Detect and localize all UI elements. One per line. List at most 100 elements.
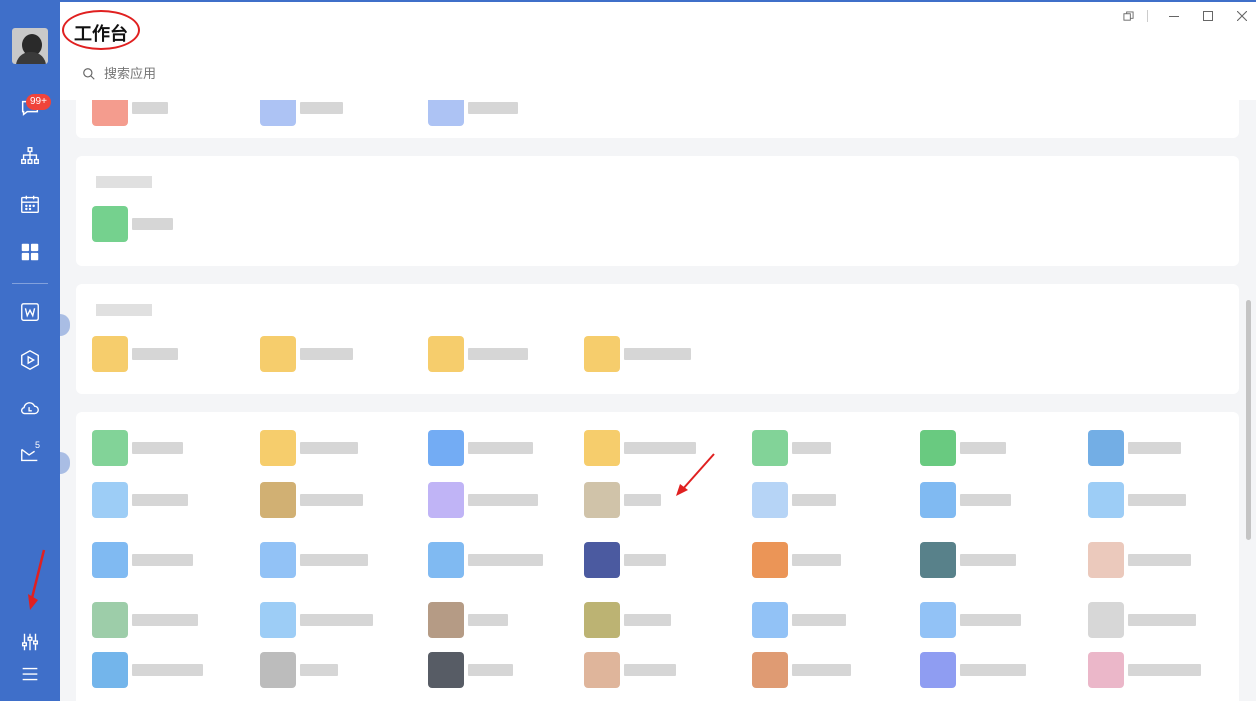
app-tile[interactable] <box>260 336 353 372</box>
app-name-placeholder <box>468 494 538 506</box>
app-tile[interactable] <box>920 542 1016 578</box>
app-group-card <box>76 100 1239 138</box>
app-name-placeholder <box>132 494 188 506</box>
app-tile[interactable] <box>92 336 178 372</box>
avatar[interactable] <box>12 28 48 64</box>
settings-sliders-icon[interactable] <box>14 626 46 658</box>
app-tile[interactable] <box>92 100 168 126</box>
app-tile[interactable] <box>260 542 368 578</box>
app-tile[interactable] <box>1088 482 1186 518</box>
app-tile[interactable] <box>92 430 183 466</box>
app-tile[interactable] <box>260 482 363 518</box>
search-input[interactable] <box>104 66 304 81</box>
app-tile[interactable] <box>920 602 1021 638</box>
app-name-placeholder <box>624 614 671 626</box>
app-icon <box>92 100 128 126</box>
minimize-icon[interactable] <box>1164 8 1184 24</box>
app-tile[interactable] <box>428 336 528 372</box>
app-icon <box>428 602 464 638</box>
app-name-placeholder <box>960 664 1026 676</box>
app-icon <box>428 652 464 688</box>
app-name-placeholder <box>792 494 836 506</box>
app-group-card <box>76 156 1239 266</box>
app-icon <box>752 542 788 578</box>
app-icon <box>92 652 128 688</box>
annotation-circle <box>62 10 140 50</box>
app-tile[interactable] <box>1088 652 1201 688</box>
app-tile[interactable] <box>260 602 373 638</box>
app-tile[interactable] <box>92 542 193 578</box>
search-bar[interactable] <box>82 66 304 81</box>
cloud-icon[interactable] <box>14 392 46 424</box>
app-tile[interactable] <box>584 482 661 518</box>
app-icon <box>920 652 956 688</box>
app-name-placeholder <box>792 442 831 454</box>
app-tile[interactable] <box>584 542 666 578</box>
app-tile[interactable] <box>92 602 198 638</box>
app-icon <box>428 430 464 466</box>
app-icon <box>752 652 788 688</box>
app-tile[interactable] <box>752 652 851 688</box>
header: 工作台 <box>60 0 1256 100</box>
restore-window-icon[interactable] <box>1118 8 1138 24</box>
app-tile[interactable] <box>260 430 358 466</box>
app-tile[interactable] <box>260 100 343 126</box>
app-tile[interactable] <box>92 206 173 242</box>
app-name-placeholder <box>132 102 168 114</box>
message-badge: 99+ <box>26 94 51 110</box>
app-tile[interactable] <box>752 430 831 466</box>
app-name-placeholder <box>132 614 198 626</box>
mail-icon[interactable] <box>14 438 46 470</box>
scrollbar[interactable] <box>1246 300 1251 540</box>
app-tile[interactable] <box>920 482 1011 518</box>
calendar-icon[interactable] <box>14 188 46 220</box>
app-name-placeholder <box>300 102 343 114</box>
app-tile[interactable] <box>752 602 846 638</box>
app-tile[interactable] <box>1088 542 1191 578</box>
app-tile[interactable] <box>584 336 691 372</box>
app-tile[interactable] <box>428 542 543 578</box>
app-tile[interactable] <box>260 652 338 688</box>
app-icon <box>92 430 128 466</box>
app-tile[interactable] <box>92 482 188 518</box>
app-tile[interactable] <box>428 602 508 638</box>
org-chart-icon[interactable] <box>14 140 46 172</box>
app-icon <box>584 602 620 638</box>
app-tile[interactable] <box>920 652 1026 688</box>
word-doc-icon[interactable] <box>14 296 46 328</box>
annotation-arrow <box>28 549 46 610</box>
workbench-grid-icon[interactable] <box>14 236 46 268</box>
maximize-icon[interactable] <box>1198 8 1218 24</box>
hexagon-play-icon[interactable] <box>14 344 46 376</box>
app-icon <box>920 482 956 518</box>
close-icon[interactable] <box>1232 8 1252 24</box>
collapse-handle[interactable] <box>60 314 70 336</box>
app-tile[interactable] <box>752 542 841 578</box>
annotation-arrow <box>676 453 715 496</box>
app-icon <box>92 206 128 242</box>
app-tile[interactable] <box>428 652 513 688</box>
app-name-placeholder <box>300 442 358 454</box>
app-name-placeholder <box>960 554 1016 566</box>
app-icon <box>260 542 296 578</box>
group-title-placeholder <box>96 304 152 316</box>
collapse-handle[interactable] <box>60 452 70 474</box>
app-tile[interactable] <box>1088 602 1196 638</box>
app-tile[interactable] <box>428 430 533 466</box>
app-tile[interactable] <box>752 482 836 518</box>
workbench-window: { "window": { "title": "工作台", "controls"… <box>0 0 1256 701</box>
app-icon <box>92 602 128 638</box>
app-icon <box>752 602 788 638</box>
app-icon <box>1088 482 1124 518</box>
app-name-placeholder <box>468 554 543 566</box>
menu-icon[interactable] <box>14 658 46 690</box>
app-tile[interactable] <box>584 652 676 688</box>
app-tile[interactable] <box>92 652 203 688</box>
app-tile[interactable] <box>428 482 538 518</box>
app-tile[interactable] <box>1088 430 1181 466</box>
app-icon <box>92 542 128 578</box>
group-title-placeholder <box>96 176 152 188</box>
app-tile[interactable] <box>920 430 1006 466</box>
app-tile[interactable] <box>428 100 518 126</box>
app-tile[interactable] <box>584 602 671 638</box>
